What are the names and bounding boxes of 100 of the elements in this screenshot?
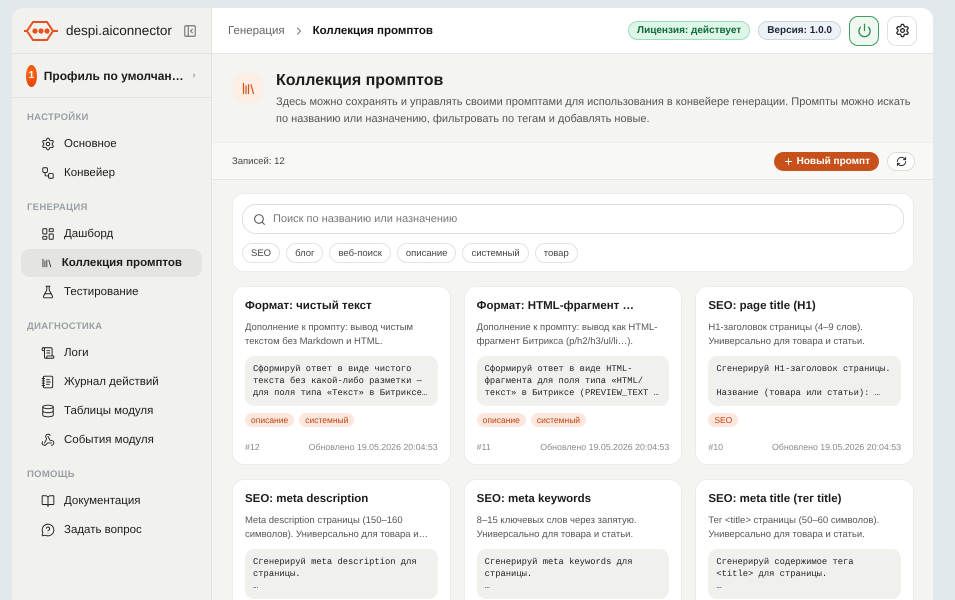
nav-item[interactable]: Документация — [21, 487, 202, 515]
tag-filter[interactable]: веб-поиск — [329, 243, 391, 263]
nav-label: Задать вопрос — [64, 524, 142, 536]
nav-item[interactable]: Основное — [21, 130, 202, 158]
scroll-icon — [41, 346, 55, 360]
prompt-card[interactable]: SEO: meta title (тег title) Тег <title> страницы (50–60 символов). Универсально для товара и статьи. Сгенерируй содержимое тега <title> для страницы. … — [695, 479, 914, 600]
card-tag: системный — [299, 413, 354, 427]
gear-icon — [41, 137, 55, 151]
plus-icon — [782, 156, 794, 166]
prompt-preview: Сформируй ответ в виде HTML- фрагмента для поля типа «HTML/ текст» в Битриксе (PREVIEW_TEXT … — [476, 356, 670, 406]
card-title: SEO: page title (H1) — [708, 299, 817, 313]
refresh-icon — [896, 156, 906, 166]
settings-icon — [894, 23, 910, 38]
breadcrumb-item: Коллекция промптов — [312, 24, 433, 36]
updated-date: Обновлено 19.05.2026 20:04:53 — [772, 442, 901, 452]
settings-button[interactable] — [887, 16, 917, 46]
breadcrumb-item[interactable]: Генерация — [228, 24, 285, 36]
card-tag: SEO — [708, 413, 738, 427]
search-icon — [253, 213, 266, 226]
card-description: 8–15 ключевых слов через запятую. Универсально для товара и статьи. — [476, 514, 638, 542]
tag-filter[interactable]: товар — [534, 243, 578, 263]
section-title: ГЕНЕРАЦИЯ — [26, 201, 89, 215]
section-title: ПОМОЩЬ — [26, 468, 76, 482]
collapse-sidebar-icon[interactable] — [183, 24, 197, 38]
nav-item[interactable]: Тестирование — [21, 278, 202, 306]
prompt-preview: Сформируй ответ в виде чистого текста без какой-либо разметки — для поля типа «Текст» в Битриксе… — [245, 356, 438, 406]
nav-label: Основное — [64, 138, 117, 150]
page-description: Здесь можно сохранять и управлять своими промптами для использования в конвейере генерации. Промпты можно искать по названию или назначению, фильтровать по тегам и добавлять новые. — [276, 95, 912, 127]
prompt-card[interactable]: SEO: meta keywords 8–15 ключевых слов через запятую. Универсально для товара и статьи. Сгенерируй meta keywords для страницы. … — [464, 479, 682, 600]
card-id: #10 — [708, 442, 724, 452]
card-tag: системный — [530, 413, 586, 427]
card-description: Дополнение к промпту: вывод как HTML-фрагмент Битрикса (p/h2/h3/ul/li…). — [476, 321, 658, 349]
card-tag: описание — [245, 413, 294, 427]
profile-name: Профиль по умолчан… — [44, 68, 184, 82]
new-prompt-button[interactable]: Новый промпт — [774, 152, 879, 170]
nav-item[interactable]: Коллекция промптов — [21, 249, 202, 277]
section-title: ДИАГНОСТИКА — [26, 320, 104, 334]
nav-label: Конвейер — [64, 167, 116, 179]
card-title: SEO: meta description — [245, 492, 370, 506]
dashboard-icon — [41, 227, 55, 241]
card-title: SEO: meta title (тег title) — [708, 492, 842, 506]
version-label: Версия: 1.0.0 — [758, 21, 841, 40]
nav-label: Коллекция промптов — [62, 257, 182, 269]
prompt-preview: Сгенерируй содержимое тега <title> для страницы. … — [708, 549, 901, 599]
card-title: SEO: meta keywords — [476, 492, 592, 506]
search-field[interactable]: Поиск по названию или назначению — [242, 204, 904, 234]
card-description: Meta description страницы (150–160 символов). Универсально для товара и… — [245, 514, 430, 542]
card-description: Тег <title> страницы (50–60 символов). Универсально для товара и статьи. — [708, 514, 880, 542]
card-description: H1-заголовок страницы (4–9 слов). Универсально для товара и статьи. — [708, 321, 866, 349]
nav-item[interactable]: Таблицы модуля — [21, 397, 202, 425]
webhook-icon — [41, 433, 55, 447]
books-icon — [232, 72, 264, 104]
page-title: Коллекция промптов — [276, 72, 444, 90]
record-count: Записей: 12 — [232, 156, 286, 166]
license-status: Лицензия: действует — [628, 21, 750, 40]
flask-icon — [41, 285, 55, 299]
power-icon — [856, 23, 872, 38]
card-id: #11 — [476, 442, 491, 452]
notebook-icon — [41, 375, 55, 389]
card-title: Формат: чистый текст — [245, 299, 373, 313]
nav-item[interactable]: Журнал действий — [21, 368, 202, 396]
card-id: #12 — [245, 442, 260, 452]
profile-selector[interactable]: 1 Профиль по умолчан… — [12, 54, 211, 98]
nav-item[interactable]: Логи — [21, 339, 202, 367]
database-icon — [41, 404, 55, 418]
updated-date: Обновлено 19.05.2026 20:04:53 — [308, 442, 438, 452]
prompt-card[interactable]: SEO: page title (H1) H1-заголовок страницы (4–9 слов). Универсально для товара и статьи. Сгенерируй H1-заголовок страницы. Название (товара или статьи): … SEO #10 Обновлено 19.05.2026 20:04:53 — [695, 286, 914, 465]
nav-item[interactable]: Дашборд — [21, 220, 202, 248]
card-tag: описание — [476, 413, 526, 427]
question-icon — [41, 523, 55, 537]
nav-item[interactable]: События модуля — [21, 426, 202, 454]
updated-date: Обновлено 19.05.2026 20:04:53 — [540, 442, 670, 452]
refresh-button[interactable] — [887, 152, 915, 170]
brand-name: despi.aiconnector — [66, 23, 173, 38]
prompt-card[interactable] — [232, 286, 451, 465]
tag-filter[interactable]: описание — [396, 243, 456, 263]
tag-filter[interactable]: блог — [286, 243, 324, 263]
books-icon — [41, 256, 53, 270]
card-title: Формат: HTML-фрагмент … — [476, 299, 635, 313]
card-description: Дополнение к промпту: вывод чистым текстом без Markdown и HTML. — [245, 321, 414, 349]
prompt-card[interactable] — [464, 286, 682, 465]
nav-label: Дашборд — [64, 228, 114, 240]
nav-label: Тестирование — [64, 286, 139, 298]
nav-label: Документация — [64, 495, 141, 507]
logo-icon — [24, 20, 58, 42]
section-title: НАСТРОЙКИ — [26, 110, 90, 125]
nav-item[interactable]: Задать вопрос — [21, 516, 202, 544]
nav-label: События модуля — [64, 434, 154, 446]
tag-filter[interactable]: системный — [462, 243, 529, 263]
nav-label: Журнал действий — [64, 376, 159, 388]
nav-label: Таблицы модуля — [64, 405, 154, 417]
workflow-icon — [41, 166, 55, 180]
tag-filter[interactable]: SEO — [242, 243, 280, 263]
prompt-preview: Сгенерируй H1-заголовок страницы. Название (товара или статьи): … — [708, 356, 901, 406]
prompt-preview: Сгенерируй meta description для страницы. … — [245, 549, 438, 599]
profile-badge: 1 — [26, 64, 37, 86]
nav-label: Логи — [64, 347, 89, 359]
power-button[interactable] — [849, 16, 879, 46]
prompt-card[interactable]: SEO: meta description Meta description страницы (150–160 символов). Универсально для товара и… Сгенерируй meta description для страницы. … — [232, 479, 451, 600]
nav-item[interactable]: Конвейер — [21, 159, 202, 187]
